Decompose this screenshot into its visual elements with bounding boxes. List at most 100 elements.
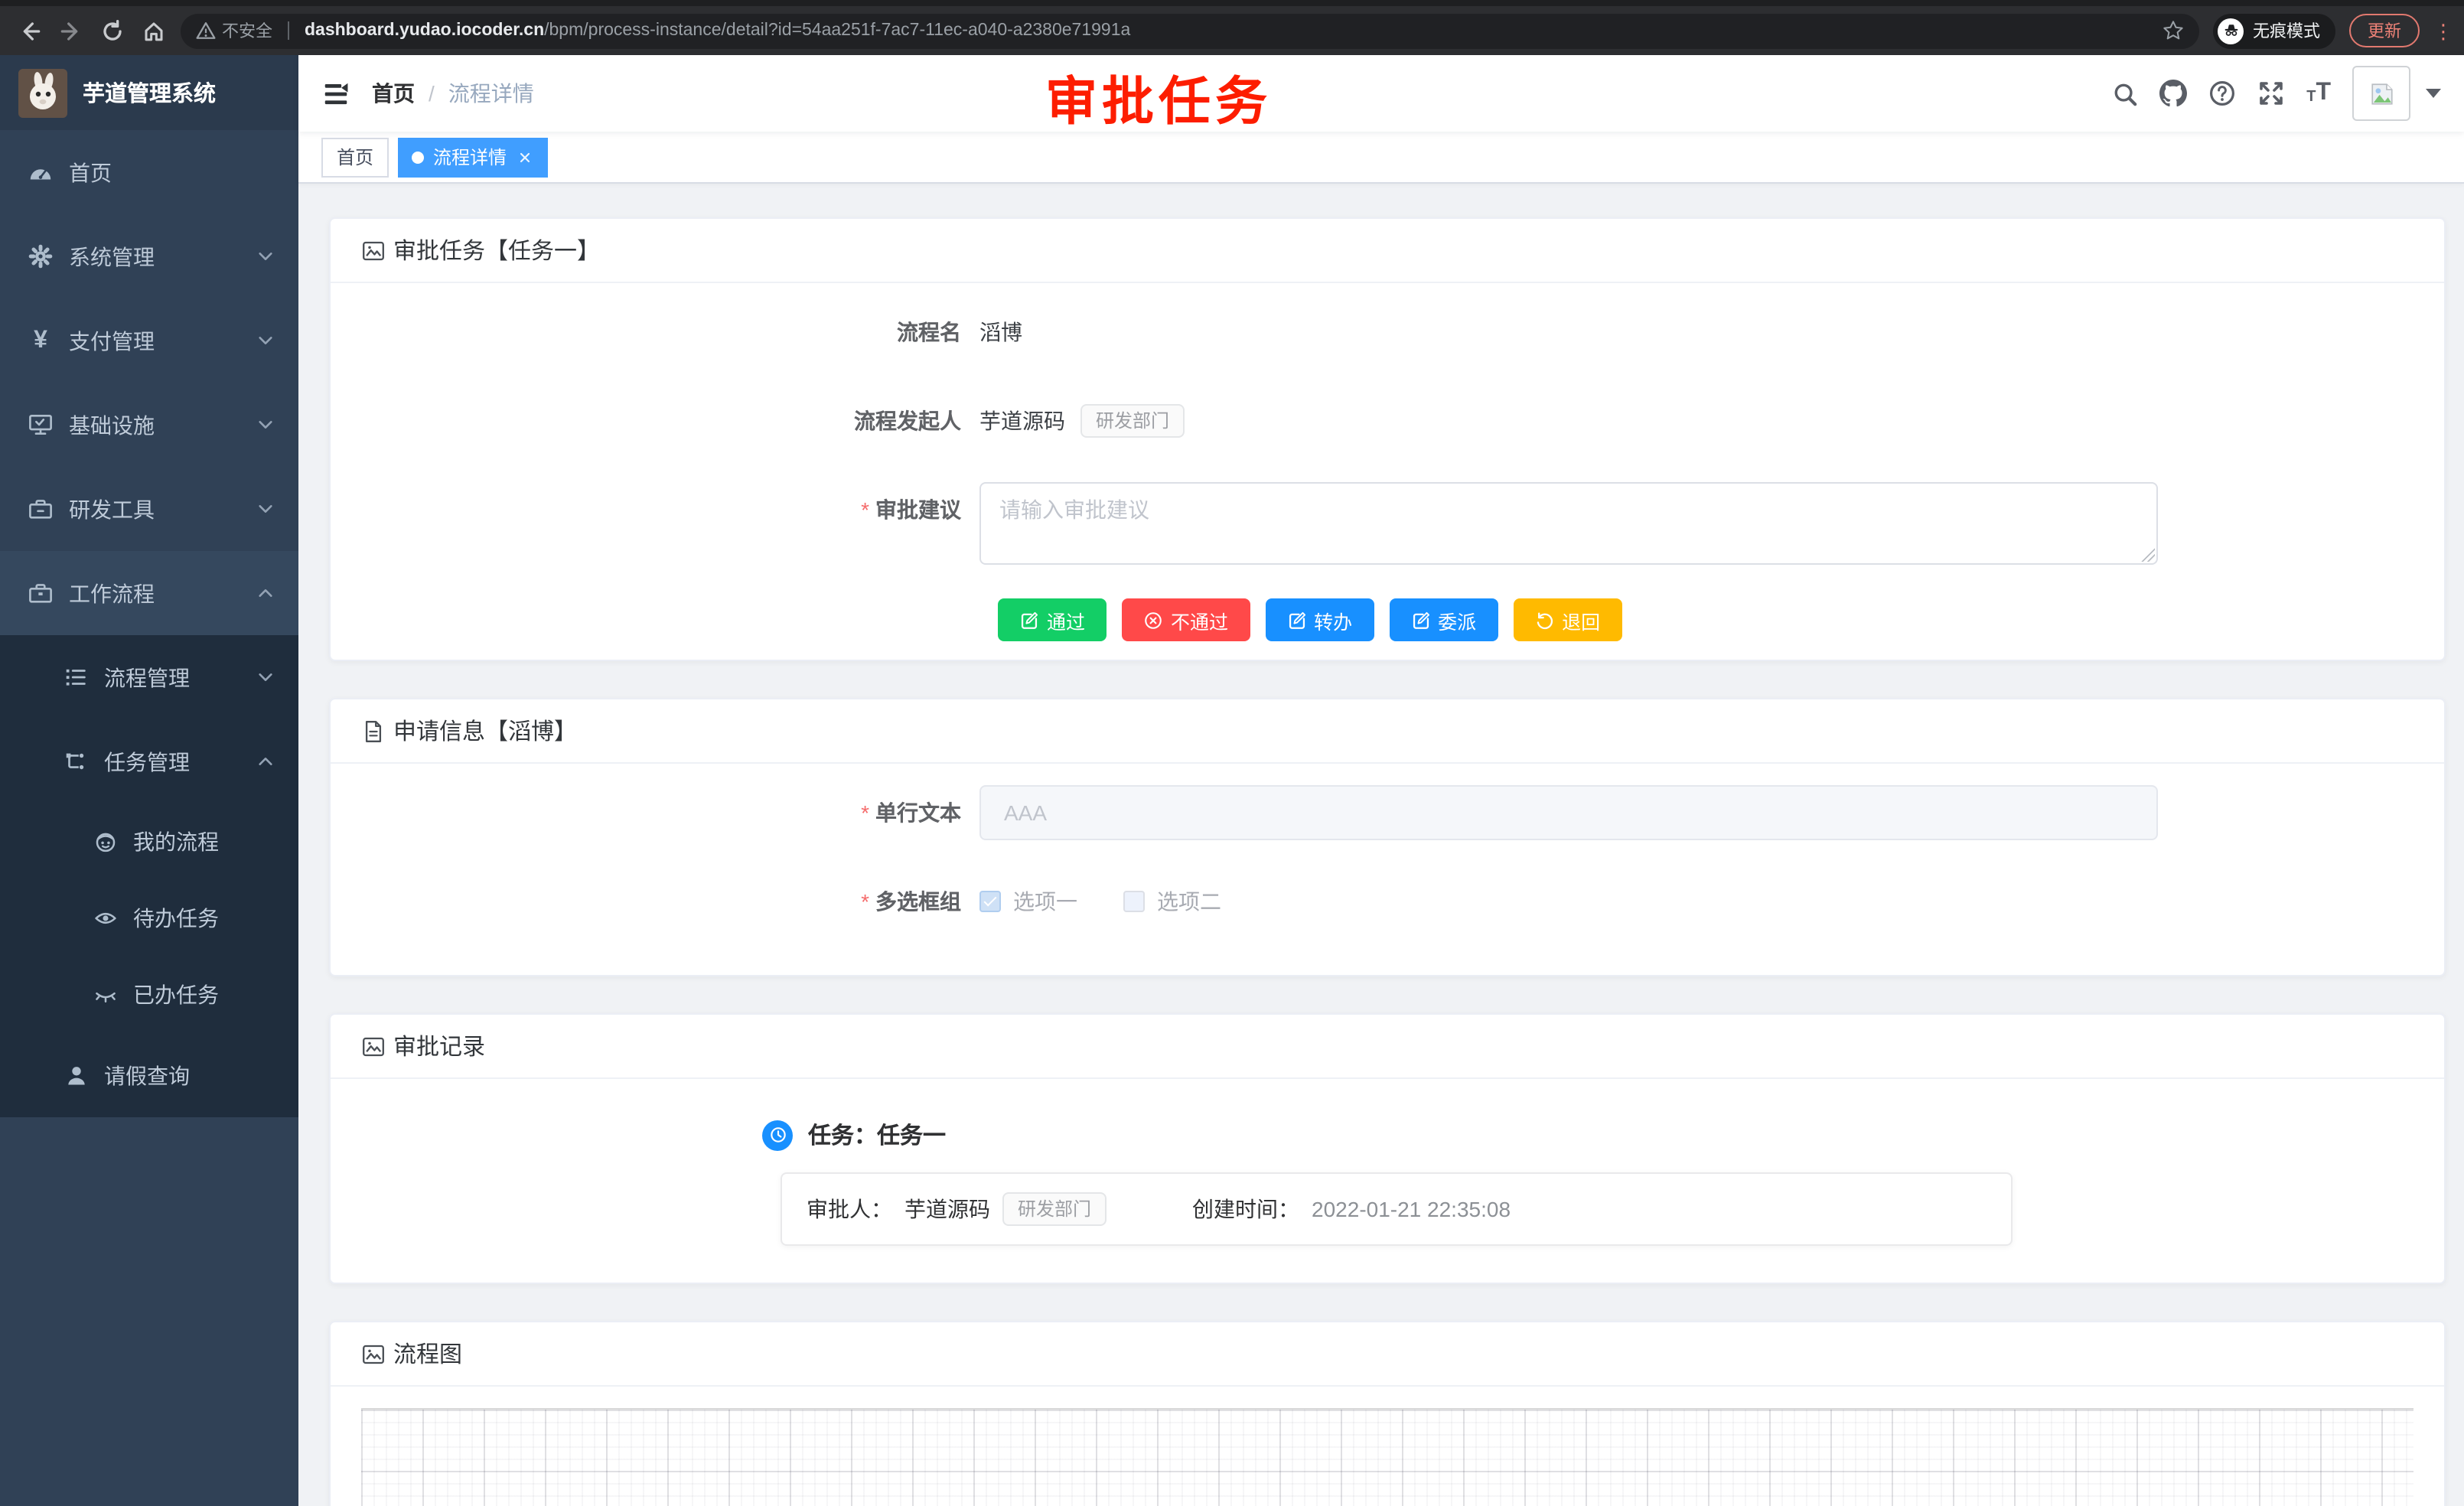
single-line-text-input [979,785,2158,840]
tree-icon [63,748,89,774]
apply-info-card: 申请信息【滔博】 单行文本 多选框组 选项一 [329,698,2446,976]
button-label: 转办 [1314,605,1352,634]
picture-icon [361,238,386,262]
sidebar-item-system[interactable]: 系统管理 [0,214,298,298]
field-label: 流程发起人 [361,393,979,448]
breadcrumb-home[interactable]: 首页 [372,78,415,109]
created-time: 2022-01-21 22:35:08 [1312,1197,1511,1221]
dept-tag: 研发部门 [1080,404,1185,438]
field-label-required: 审批建议 [361,482,979,537]
home-icon[interactable] [139,17,167,44]
browser-toolbar: 不安全 dashboard.yudao.iocoder.cn/bpm/proce… [0,0,2464,55]
face-icon [92,830,118,854]
checkbox-unchecked-icon [1123,891,1145,912]
approve-button[interactable]: 通过 [998,598,1107,641]
checkbox-checked-icon [979,891,1001,912]
search-icon[interactable] [2112,80,2138,106]
close-icon[interactable] [517,149,533,165]
checkbox-option-2: 选项二 [1123,874,1221,929]
sidebar-item-label: 研发工具 [69,494,242,524]
checkbox-option-1: 选项一 [979,874,1077,929]
bpmn-grid-canvas[interactable] [361,1408,2413,1506]
button-label: 不通过 [1171,605,1228,634]
card-body: 流程名 滔博 流程发起人 芋道源码 研发部门 审批建议 [331,283,2444,660]
card-title: 审批记录 [393,1030,485,1062]
chevron-up-icon [257,585,274,601]
url-path: /bpm/process-instance/detail?id=54aa251f… [544,21,1130,40]
briefcase-icon [28,580,54,606]
sidebar-item-label: 请假查询 [104,1060,277,1090]
sidebar-item-devtools[interactable]: 研发工具 [0,467,298,551]
sidebar-item-home[interactable]: 首页 [0,130,298,214]
url-host: dashboard.yudao.iocoder.cn [305,21,544,40]
clock-icon [762,1120,793,1150]
app-logo[interactable]: 芋道管理系统 [0,55,298,130]
warning-icon [196,21,216,40]
sidebar-item-label: 系统管理 [69,241,242,272]
button-label: 退回 [1562,605,1600,634]
fullscreen-icon[interactable] [2257,80,2285,107]
field-label-required: 单行文本 [361,785,979,840]
breadcrumb: 首页 / 流程详情 [372,78,534,109]
avatar[interactable] [2352,66,2410,121]
avatar-dropdown-icon[interactable] [2426,89,2441,98]
sidebar-item-workflow[interactable]: 工作流程 [0,551,298,635]
sidebar-item-process-mgmt[interactable]: 流程管理 [0,635,298,719]
reload-icon[interactable] [98,17,125,44]
chevron-up-icon [257,753,274,770]
card-title: 申请信息【滔博】 [393,715,577,747]
sidebar: 芋道管理系统 首页 系统管理 ¥ 支付管 [0,55,298,1506]
process-name-value: 滔博 [979,305,1022,360]
url-text: dashboard.yudao.iocoder.cn/bpm/process-i… [305,21,2153,40]
transfer-button[interactable]: 转办 [1265,598,1374,641]
initiator-value: 芋道源码 [979,393,1065,448]
tab-process-detail[interactable]: 流程详情 [398,137,548,177]
tab-label: 流程详情 [433,144,507,170]
sidebar-item-label: 流程管理 [104,662,242,693]
card-header: 审批任务【任务一】 [331,219,2444,283]
resize-handle[interactable] [2141,548,2155,562]
created-label: 创建时间： [1192,1194,1299,1224]
reject-button[interactable]: 不通过 [1122,598,1250,641]
delegate-button[interactable]: 委派 [1389,598,1498,641]
sidebar-item-my-process[interactable]: 我的流程 [0,804,298,880]
sidebar-item-done-tasks[interactable]: 已办任务 [0,957,298,1033]
help-icon[interactable] [2208,80,2236,107]
sidebar-item-leave-query[interactable]: 请假查询 [0,1033,298,1117]
bookmark-star-icon[interactable] [2163,20,2184,41]
annotation-overlay: 审批任务 [1045,60,1272,135]
button-label: 通过 [1047,605,1085,634]
opinion-textarea[interactable] [979,482,2158,565]
picture-icon [361,1034,386,1058]
tab-home[interactable]: 首页 [321,137,389,177]
forward-icon[interactable] [57,17,84,44]
chevron-down-icon [257,500,274,517]
back-icon[interactable] [15,17,43,44]
sidebar-item-payment[interactable]: ¥ 支付管理 [0,298,298,383]
tags-view: 首页 流程详情 [298,132,2464,184]
card-title: 审批任务【任务一】 [393,234,600,266]
workflow-submenu: 流程管理 任务管理 我的流程 [0,635,298,1117]
security-status[interactable]: 不安全 [196,18,272,43]
card-header: 流程图 [331,1322,2444,1387]
browser-menu-icon[interactable]: ⋮ [2433,21,2449,41]
font-size-icon[interactable]: TT [2306,81,2331,106]
sidebar-toggle-icon[interactable] [321,79,350,108]
return-button[interactable]: 退回 [1513,598,1621,641]
list-icon [63,664,89,690]
github-icon[interactable] [2159,80,2187,107]
field-label: 流程名 [361,305,979,360]
sidebar-item-label: 已办任务 [133,980,277,1010]
sidebar-item-infra[interactable]: 基础设施 [0,383,298,467]
update-button[interactable]: 更新 [2349,14,2420,47]
button-label: 委派 [1438,605,1476,634]
assignee-value: 芋道源码 [904,1194,990,1224]
process-diagram-card: 流程图 [329,1321,2446,1506]
dept-tag: 研发部门 [1002,1192,1107,1226]
sidebar-item-label: 任务管理 [104,746,242,777]
checkbox-group: 选项一 选项二 [979,874,1221,929]
sidebar-item-task-mgmt[interactable]: 任务管理 [0,719,298,804]
app-title: 芋道管理系统 [83,77,216,109]
sidebar-item-todo-tasks[interactable]: 待办任务 [0,880,298,957]
address-bar[interactable]: 不安全 dashboard.yudao.iocoder.cn/bpm/proce… [181,13,2199,48]
